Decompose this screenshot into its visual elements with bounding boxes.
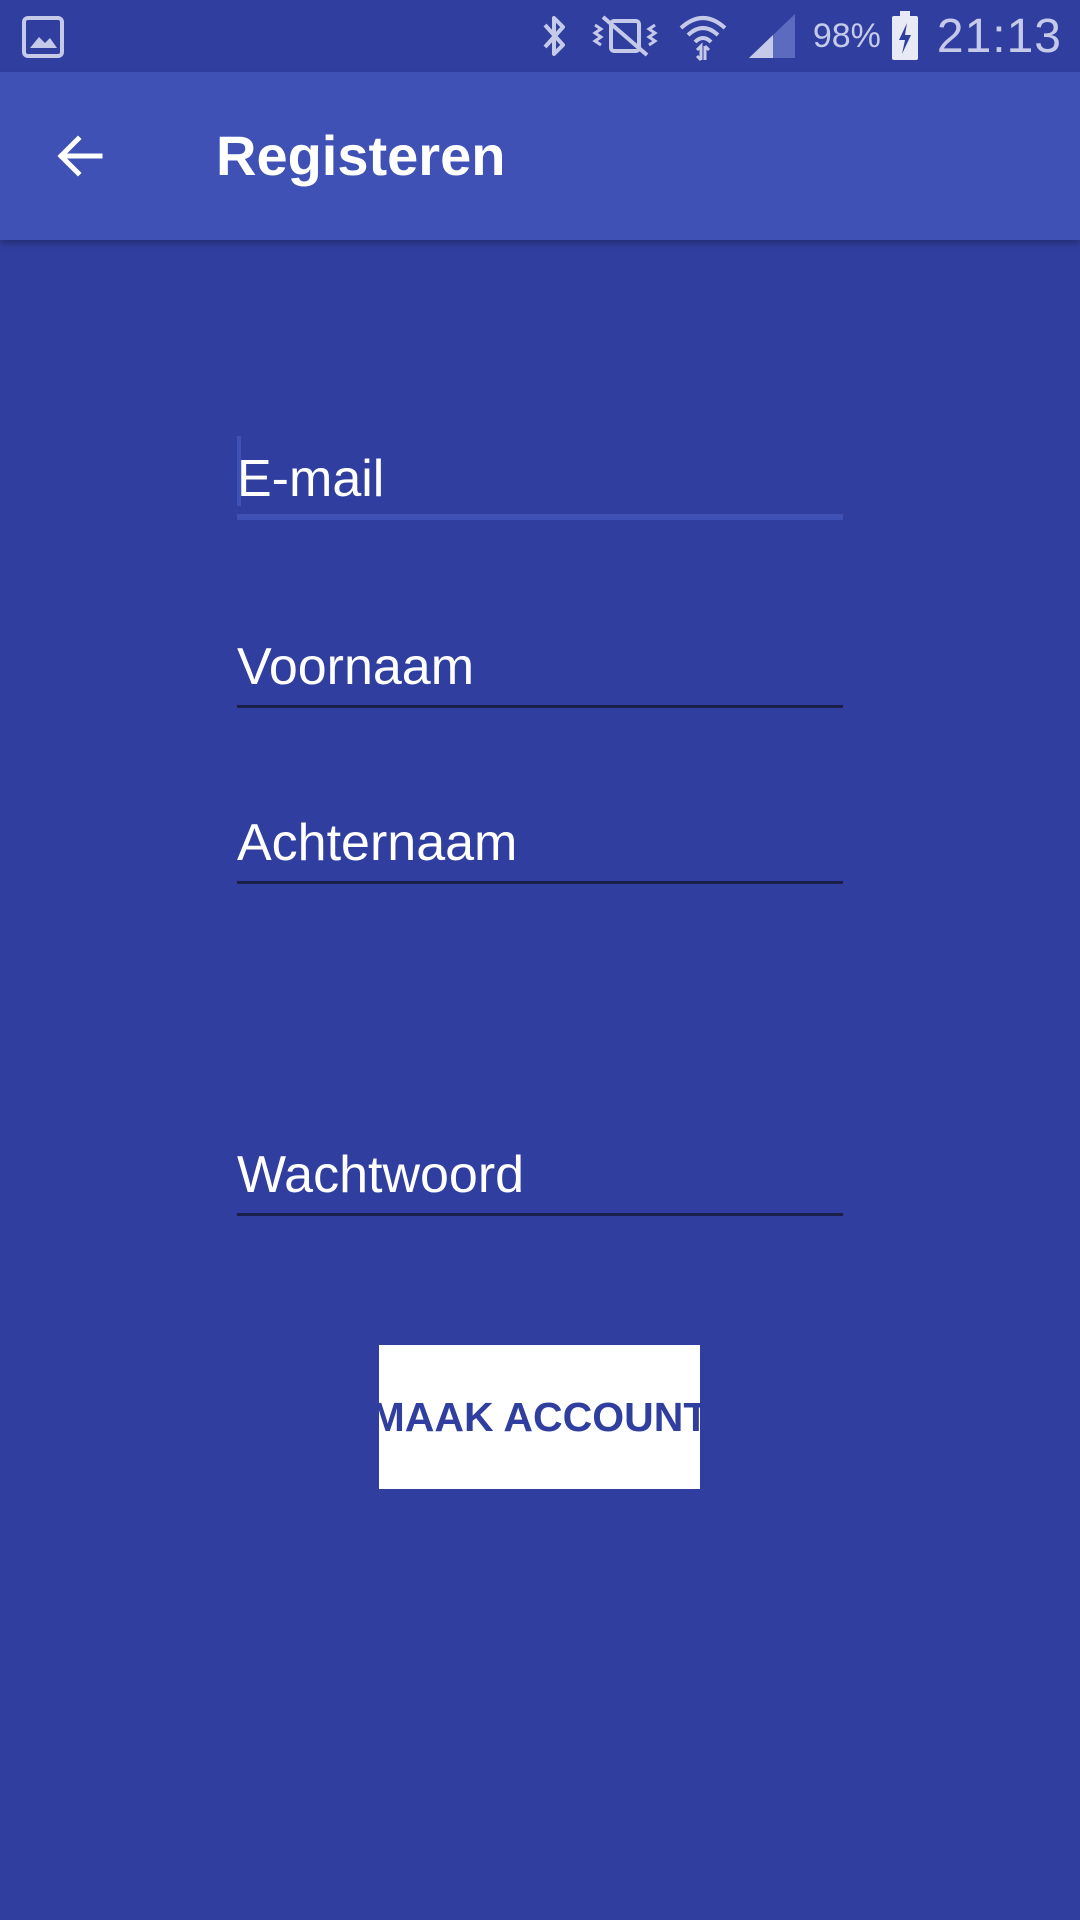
- page-title: Registeren: [216, 124, 506, 187]
- status-bar: 98% 21:13: [0, 0, 1080, 72]
- first-name-field[interactable]: [237, 636, 843, 698]
- email-underline: [237, 514, 843, 520]
- email-field[interactable]: [237, 448, 843, 510]
- last-name-field[interactable]: [237, 812, 843, 874]
- back-button[interactable]: [40, 116, 120, 196]
- vibrate-off-icon: [591, 13, 659, 59]
- password-field[interactable]: [237, 1144, 843, 1206]
- password-field-container: [237, 1128, 843, 1216]
- first-name-field-container: [237, 620, 843, 708]
- password-underline: [237, 1213, 843, 1216]
- create-account-button[interactable]: MAAK ACCOUNT: [379, 1345, 700, 1489]
- first-name-underline: [237, 705, 843, 708]
- text-cursor: [237, 436, 241, 506]
- clock: 21:13: [936, 9, 1062, 63]
- status-icons: 98% 21:13: [519, 0, 1062, 72]
- bluetooth-icon: [537, 13, 573, 59]
- arrow-back-icon: [57, 135, 103, 177]
- last-name-underline: [237, 881, 843, 884]
- battery-charging-icon: [891, 11, 919, 61]
- wifi-icon: [677, 10, 729, 62]
- email-field-container: [237, 430, 843, 520]
- app-toolbar: Registeren: [0, 72, 1080, 240]
- cell-signal-icon: [747, 12, 799, 60]
- battery-percent: 98%: [812, 16, 881, 55]
- gallery-icon: [22, 16, 64, 58]
- last-name-field-container: [237, 796, 843, 884]
